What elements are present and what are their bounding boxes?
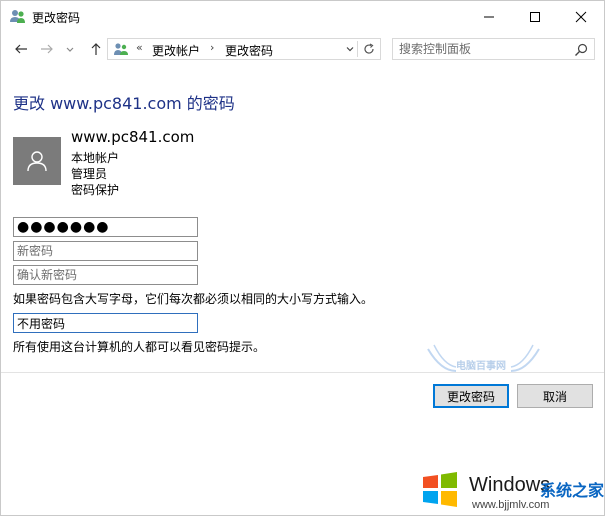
chevron-down-icon (346, 47, 353, 52)
maximize-button[interactable] (512, 1, 558, 32)
user-icon (27, 151, 47, 172)
arrow-left-icon (15, 44, 27, 54)
address-bar[interactable]: « 更改帐户 › 更改密码 (107, 38, 381, 60)
arrow-up-icon (91, 43, 101, 55)
breadcrumb-item-change-account[interactable]: 更改帐户 (152, 42, 200, 59)
address-dropdown-button[interactable] (342, 41, 358, 57)
page-title: 更改 www.pc841.com 的密码 (13, 94, 235, 113)
watermark-text: 电脑百事网 (456, 361, 506, 372)
account-protection: 密码保护 (71, 183, 120, 197)
users-icon (114, 43, 128, 55)
hint-visibility-note: 所有使用这台计算机的人都可以看见密码提示。 (13, 340, 266, 354)
watermark-brand-text: 系统之家 (540, 481, 605, 500)
search-box[interactable] (392, 38, 595, 60)
up-button[interactable] (86, 39, 106, 59)
account-type: 本地帐户 (71, 151, 120, 165)
new-password-field[interactable] (13, 241, 198, 261)
breadcrumb-item-change-password[interactable]: 更改密码 (225, 42, 273, 59)
watermark-logo: 电脑百事网 (426, 341, 541, 381)
current-password-field[interactable] (13, 217, 198, 237)
watermark-url: www.bjjmlv.com (472, 499, 550, 511)
close-icon (575, 11, 587, 22)
refresh-button[interactable] (360, 40, 378, 58)
navigation-bar: « 更改帐户 › 更改密码 (1, 34, 604, 64)
breadcrumb-overflow[interactable]: « (136, 41, 143, 54)
minimize-icon (484, 16, 494, 17)
arrow-right-icon (41, 44, 53, 54)
refresh-icon (364, 43, 374, 54)
case-sensitivity-note: 如果密码包含大写字母，它们每次都必须以相同的大小写方式输入。 (13, 292, 374, 306)
watermark-windows-text: Windows (469, 474, 551, 496)
close-button[interactable] (558, 1, 604, 32)
search-icon[interactable] (573, 42, 589, 58)
minimize-button[interactable] (466, 1, 512, 32)
search-input[interactable] (399, 41, 569, 57)
confirm-password-field[interactable] (13, 265, 198, 285)
maximize-icon (530, 11, 540, 22)
cancel-button[interactable]: 取消 (517, 384, 593, 408)
change-password-window: 更改密码 « 更改帐户 › 更改密码 搜索控制面板 更改 www.pc841.c… (0, 0, 605, 516)
chevron-down-icon (66, 47, 74, 52)
watermark-windows: Windows 系统之家 www.bjjmlv.com (416, 463, 605, 516)
window-title: 更改密码 (32, 11, 81, 25)
breadcrumb-separator[interactable]: › (210, 41, 214, 54)
recent-locations-button[interactable] (63, 39, 77, 59)
divider (1, 372, 604, 373)
password-hint-field[interactable] (13, 313, 198, 333)
title-bar: 更改密码 (1, 1, 604, 32)
users-icon (10, 10, 25, 23)
change-password-button[interactable]: 更改密码 (433, 384, 509, 408)
forward-button[interactable] (37, 39, 57, 59)
account-role: 管理员 (71, 167, 108, 181)
avatar (13, 137, 61, 185)
back-button[interactable] (11, 39, 31, 59)
account-name: www.pc841.com (71, 128, 195, 146)
windows-flag-icon (423, 472, 457, 507)
